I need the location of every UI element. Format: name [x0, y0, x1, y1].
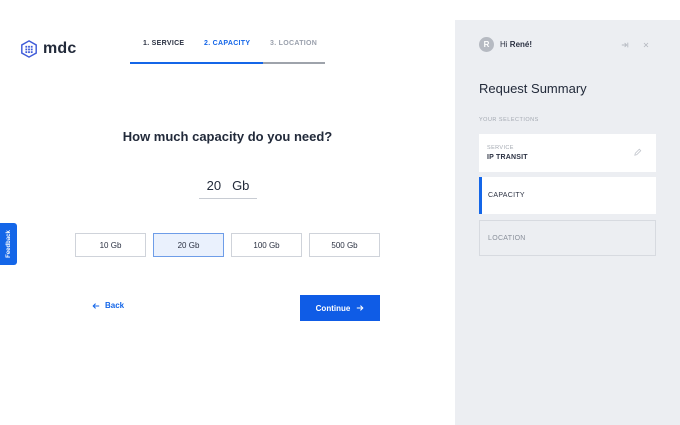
summary-panel: R Hi René! Request Summary YOUR SELECTIO…: [455, 20, 680, 425]
step-progress-fill: [130, 62, 263, 64]
summary-title: Request Summary: [479, 81, 587, 96]
close-icon[interactable]: [642, 41, 650, 49]
option-20-gb[interactable]: 20 Gb: [153, 233, 224, 257]
back-button-label: Back: [105, 301, 125, 310]
user-greeting: R Hi René!: [479, 37, 532, 52]
back-button[interactable]: Back: [92, 301, 124, 310]
capacity-options: 10 Gb 20 Gb 100 Gb 500 Gb: [75, 233, 380, 257]
pencil-icon[interactable]: [633, 148, 642, 157]
step-progress-track: [130, 62, 325, 64]
service-label: SERVICE: [487, 145, 514, 151]
service-value: IP TRANSIT: [487, 154, 528, 161]
continue-button[interactable]: Continue: [300, 295, 380, 321]
app-root: mdc 1. SERVICE 2. CAPACITY 3. LOCATION H…: [0, 0, 680, 425]
location-label: LOCATION: [488, 234, 526, 242]
hexagon-grid-icon: [21, 40, 37, 58]
option-10-gb[interactable]: 10 Gb: [75, 233, 146, 257]
continue-button-label: Continue: [315, 303, 351, 313]
logo-text: mdc: [43, 40, 77, 57]
capacity-value[interactable]: 20: [207, 178, 221, 193]
arrow-right-icon: [357, 305, 364, 311]
panel-controls: [621, 41, 650, 49]
summary-card-capacity[interactable]: CAPACITY: [479, 177, 656, 214]
collapse-icon[interactable]: [621, 41, 629, 49]
summary-card-location: LOCATION: [479, 220, 656, 256]
arrow-left-icon: [92, 302, 100, 309]
logo[interactable]: mdc: [20, 40, 77, 58]
summary-card-service[interactable]: SERVICE IP TRANSIT: [479, 134, 656, 172]
capacity-label: CAPACITY: [488, 192, 525, 199]
capacity-input[interactable]: 20 Gb: [199, 178, 257, 199]
step-capacity[interactable]: 2. CAPACITY: [204, 40, 250, 47]
step-service[interactable]: 1. SERVICE: [143, 40, 184, 47]
capacity-unit: Gb: [232, 178, 250, 193]
option-500-gb[interactable]: 500 Gb: [309, 233, 380, 257]
feedback-label: Feedback: [5, 230, 12, 258]
avatar[interactable]: R: [479, 37, 494, 52]
option-100-gb[interactable]: 100 Gb: [231, 233, 302, 257]
stepper: 1. SERVICE 2. CAPACITY 3. LOCATION: [130, 40, 325, 65]
feedback-tab[interactable]: Feedback: [0, 223, 17, 265]
question-heading: How much capacity do you need?: [122, 129, 333, 144]
user-name: René!: [509, 40, 533, 49]
greeting-text: Hi René!: [500, 40, 533, 49]
selections-label: YOUR SELECTIONS: [479, 117, 539, 123]
step-location: 3. LOCATION: [270, 40, 318, 47]
